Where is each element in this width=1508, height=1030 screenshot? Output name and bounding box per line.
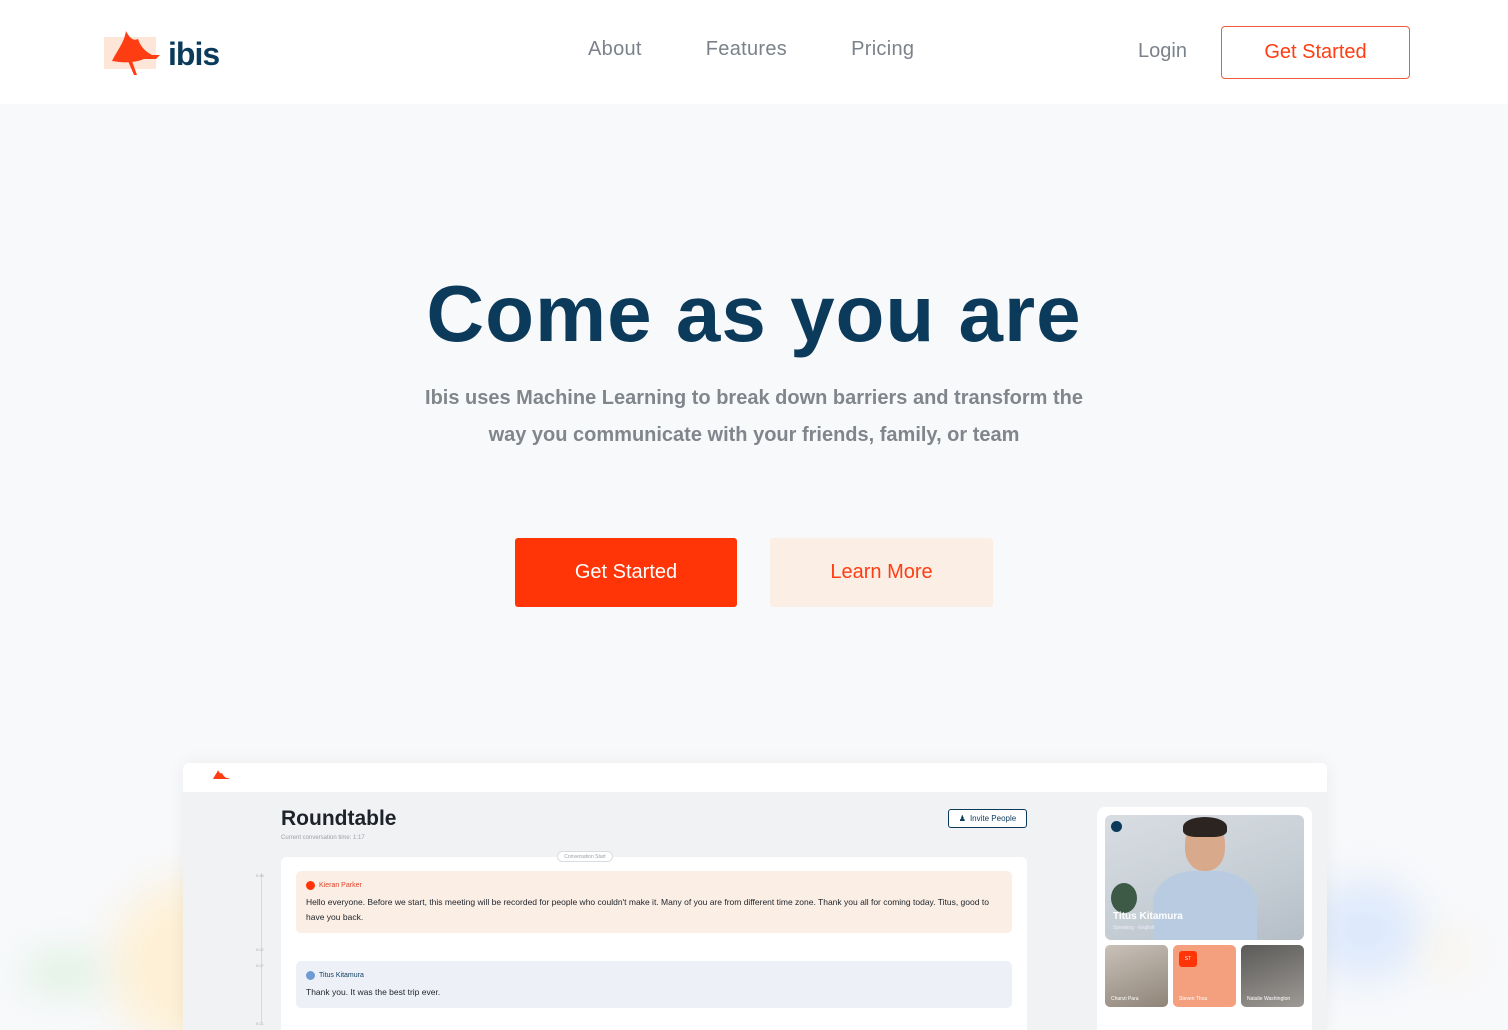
site-header: ibis About Features Pricing Login Get St… bbox=[0, 0, 1508, 104]
main-video-tile[interactable]: Titus Kitamura Speaking · English bbox=[1105, 815, 1304, 940]
timeline-tick: 0:21 bbox=[256, 1021, 264, 1026]
author-name: Titus Kitamura bbox=[319, 972, 364, 979]
message-author: Kieran Parker bbox=[306, 881, 1002, 890]
camera-icon bbox=[1111, 821, 1122, 832]
timeline-tick: 0:02 bbox=[256, 947, 264, 952]
participant-name: Chanzi Para bbox=[1111, 996, 1139, 1002]
hero-title: Come as you are bbox=[426, 269, 1082, 358]
person-add-icon: ♟ bbox=[958, 814, 966, 823]
participant-name: Steven Thou bbox=[1179, 996, 1208, 1002]
ibis-bird-icon bbox=[104, 31, 160, 75]
message-author: Titus Kitamura bbox=[306, 971, 1002, 980]
nav-features[interactable]: Features bbox=[706, 38, 787, 61]
participant-image bbox=[1153, 871, 1257, 940]
conversation-start-pill: Conversation Start bbox=[557, 851, 613, 862]
invite-people-label: Invite People bbox=[969, 814, 1017, 823]
timeline-tick: 0:07 bbox=[256, 963, 264, 968]
timeline-tick: 0:45 bbox=[256, 873, 264, 878]
message-text: Hello everyone. Before we start, this me… bbox=[306, 897, 989, 922]
participant-name: Natalie Washington bbox=[1247, 996, 1291, 1002]
participant-thumbnail[interactable]: Natalie Washington bbox=[1241, 945, 1304, 1007]
nav-pricing[interactable]: Pricing bbox=[851, 38, 914, 61]
roundtable-title: Roundtable bbox=[281, 807, 397, 830]
message-bubble: Titus Kitamura Thank you. It was the bes… bbox=[296, 961, 1012, 1008]
decorative-blob-cream bbox=[1430, 935, 1466, 971]
app-preview: Roundtable Current conversation time: 1:… bbox=[183, 763, 1327, 1030]
nav-about[interactable]: About bbox=[588, 38, 642, 61]
message-text: Thank you. It was the best trip ever. bbox=[306, 987, 441, 997]
login-link[interactable]: Login bbox=[1138, 40, 1187, 63]
participant-hair bbox=[1183, 817, 1227, 837]
logo[interactable]: ibis bbox=[104, 24, 224, 80]
get-started-button[interactable]: Get Started bbox=[515, 538, 737, 607]
main-video-name: Titus Kitamura bbox=[1113, 911, 1183, 922]
participant-thumbnail[interactable]: Chanzi Para bbox=[1105, 945, 1168, 1007]
main-video-subtitle: Speaking · English bbox=[1113, 925, 1155, 931]
participant-initials-badge: ST bbox=[1179, 951, 1197, 967]
conversation-time: Current conversation time: 1:17 bbox=[281, 835, 365, 841]
ibis-bird-icon bbox=[213, 770, 230, 779]
learn-more-button[interactable]: Learn More bbox=[770, 538, 993, 607]
hero-subtitle: Ibis uses Machine Learning to break down… bbox=[425, 387, 1083, 446]
decorative-blob-green bbox=[24, 955, 104, 991]
author-name: Kieran Parker bbox=[319, 882, 362, 889]
preview-topbar bbox=[183, 763, 1327, 792]
participant-thumbnail[interactable]: ST Steven Thou bbox=[1173, 945, 1236, 1007]
avatar bbox=[306, 881, 315, 890]
video-panel: Titus Kitamura Speaking · English Chanzi… bbox=[1097, 807, 1312, 1030]
invite-people-button[interactable]: ♟ Invite People bbox=[948, 809, 1027, 828]
main-nav: About Features Pricing bbox=[588, 38, 914, 61]
message-bubble: Kieran Parker Hello everyone. Before we … bbox=[296, 871, 1012, 933]
header-get-started-button[interactable]: Get Started bbox=[1221, 26, 1410, 79]
plant-image bbox=[1111, 883, 1137, 913]
avatar bbox=[306, 971, 315, 980]
logo-text: ibis bbox=[168, 36, 220, 72]
